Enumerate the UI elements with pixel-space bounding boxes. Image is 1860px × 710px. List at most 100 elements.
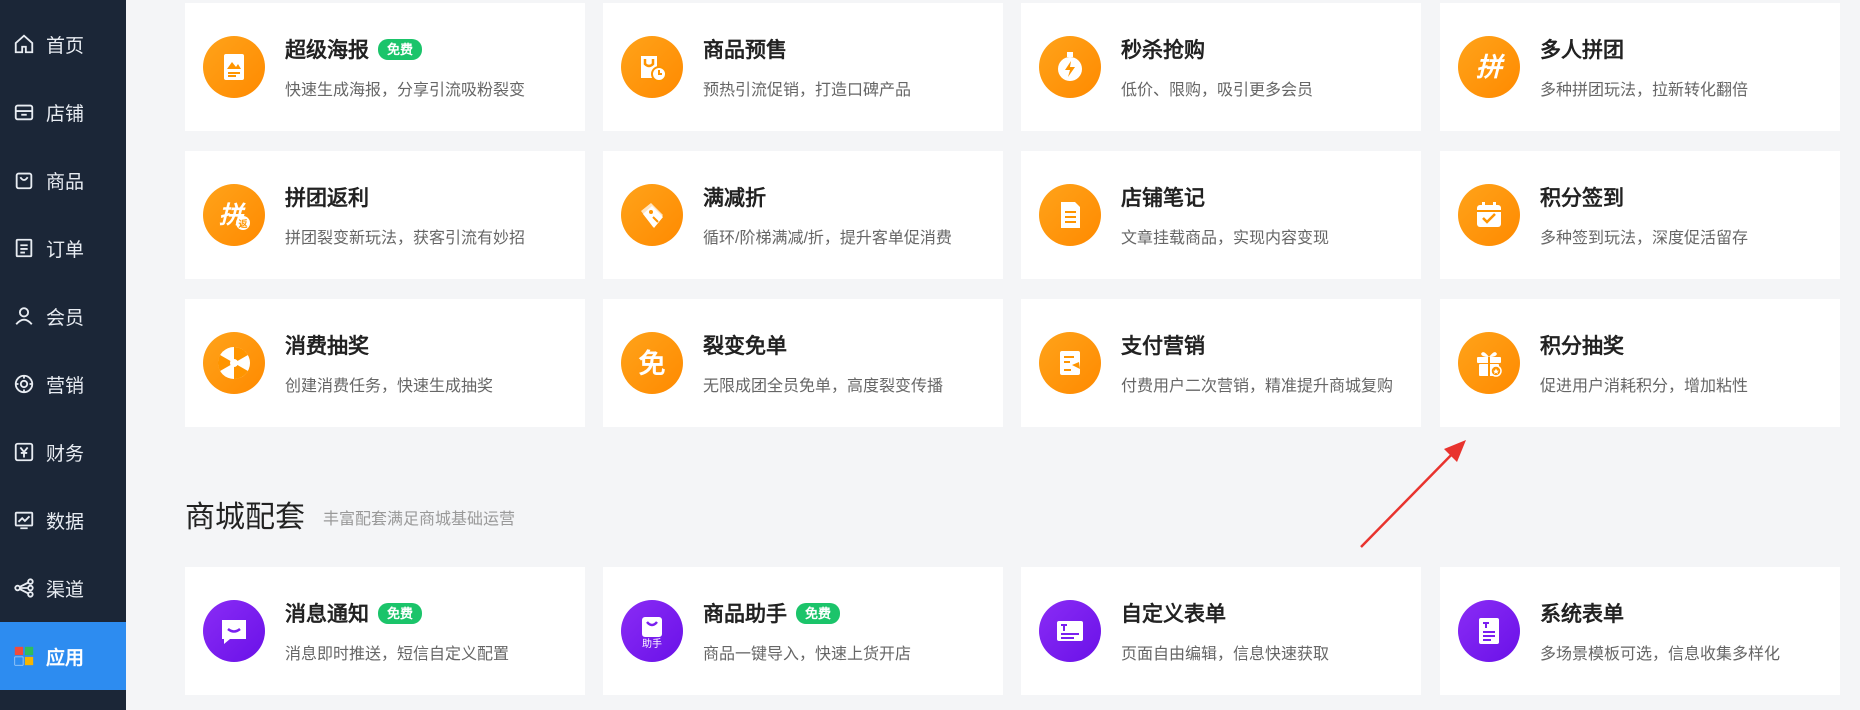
card-desc: 多种签到玩法，深度促活留存 <box>1540 230 1749 247</box>
presale-icon <box>621 36 683 98</box>
card-title: 积分抽奖 <box>1540 335 1624 358</box>
sidebar-item-label: 数据 <box>46 511 85 533</box>
order-icon <box>12 236 36 260</box>
product-assistant-icon: 助手 <box>621 600 683 662</box>
app-card-group-rebate[interactable]: 拼返 拼团返利 拼团裂变新玩法，获客引流有妙招 <box>185 151 585 279</box>
card-title: 消费抽奖 <box>285 335 369 358</box>
message-icon <box>203 600 265 662</box>
sidebar-item-marketing[interactable]: 营销 <box>0 350 126 418</box>
free-badge: 免费 <box>378 38 423 60</box>
card-desc: 快速生成海报，分享引流吸粉裂变 <box>285 82 526 99</box>
sidebar-item-label: 店铺 <box>46 103 85 125</box>
sidebar-item-label: 订单 <box>46 239 85 261</box>
sidebar-item-label: 营销 <box>46 375 85 397</box>
sidebar-item-finance[interactable]: 财务 <box>0 418 126 486</box>
card-desc: 无限成团全员免单，高度裂变传播 <box>703 378 944 395</box>
app-card-consume-lottery[interactable]: 消费抽奖 创建消费任务，快速生成抽奖 <box>185 299 585 427</box>
app-card-payment-marketing[interactable]: 支付营销 付费用户二次营销，精准提升商城复购 <box>1021 299 1421 427</box>
sidebar-item-members[interactable]: 会员 <box>0 282 126 350</box>
card-title: 商品助手 <box>703 603 787 626</box>
card-title: 超级海报 <box>285 39 369 62</box>
card-desc: 多场景模板可选，信息收集多样化 <box>1540 646 1781 663</box>
app-card-custom-form[interactable]: 自定义表单 页面自由编辑，信息快速获取 <box>1021 567 1421 695</box>
sidebar-item-label: 会员 <box>46 307 85 329</box>
app-card-flash-sale[interactable]: 秒杀抢购 低价、限购，吸引更多会员 <box>1021 3 1421 131</box>
section-title: 商城配套 <box>185 501 305 534</box>
sidebar-item-apps[interactable]: 应用 <box>0 622 126 690</box>
app-card-points-lottery[interactable]: 积分抽奖 促进用户消耗积分，增加粘性 <box>1440 299 1840 427</box>
note-icon <box>1039 184 1101 246</box>
sidebar-item-data[interactable]: 数据 <box>0 486 126 554</box>
card-desc: 页面自由编辑，信息快速获取 <box>1121 646 1330 663</box>
sidebar-item-label: 商品 <box>46 171 85 193</box>
payment-marketing-icon <box>1039 332 1101 394</box>
sidebar-item-goods[interactable]: 商品 <box>0 146 126 214</box>
svg-text:拼: 拼 <box>1476 53 1506 83</box>
card-desc: 预热引流促销，打造口碑产品 <box>703 82 912 99</box>
card-title: 满减折 <box>703 187 766 210</box>
finance-icon <box>12 440 36 464</box>
card-desc: 低价、限购，吸引更多会员 <box>1121 82 1314 99</box>
bag-icon <box>12 168 36 192</box>
sidebar-item-channels[interactable]: 渠道 <box>0 554 126 622</box>
sidebar-item-label: 渠道 <box>46 579 85 601</box>
free-badge: 免费 <box>378 602 423 624</box>
card-title: 积分签到 <box>1540 187 1624 210</box>
svg-text:返: 返 <box>238 218 247 230</box>
card-desc: 多种拼团玩法，拉新转化翻倍 <box>1540 82 1749 99</box>
app-card-points-checkin[interactable]: 积分签到 多种签到玩法，深度促活留存 <box>1440 151 1840 279</box>
chart-icon <box>12 508 36 532</box>
group-buy-icon: 拼 <box>1458 36 1520 98</box>
card-desc: 促进用户消耗积分，增加粘性 <box>1540 378 1749 395</box>
checkin-calendar-icon <box>1458 184 1520 246</box>
marketing-icon <box>12 372 36 396</box>
card-desc: 付费用户二次营销，精准提升商城复购 <box>1121 378 1394 395</box>
card-desc: 消息即时推送，短信自定义配置 <box>285 646 510 663</box>
app-card-full-reduction[interactable]: 满减折 循环/阶梯满减/折，提升客单促消费 <box>603 151 1003 279</box>
app-card-presale[interactable]: 商品预售 预热引流促销，打造口碑产品 <box>603 3 1003 131</box>
card-desc: 拼团裂变新玩法，获客引流有妙招 <box>285 230 526 247</box>
custom-form-icon <box>1039 600 1101 662</box>
app-card-system-form[interactable]: 系统表单 多场景模板可选，信息收集多样化 <box>1440 567 1840 695</box>
app-card-free-order[interactable]: 免 裂变免单 无限成团全员免单，高度裂变传播 <box>603 299 1003 427</box>
app-card-message-notify[interactable]: 消息通知 免费 消息即时推送，短信自定义配置 <box>185 567 585 695</box>
card-desc: 文章挂载商品，实现内容变现 <box>1121 230 1330 247</box>
card-title: 秒杀抢购 <box>1121 39 1205 62</box>
sidebar: 首页 店铺 商品 订单 会员 营销 财务 数据 渠道 应用 <box>0 0 126 710</box>
card-title: 消息通知 <box>285 603 369 626</box>
card-title: 店铺笔记 <box>1121 187 1205 210</box>
card-title: 自定义表单 <box>1121 603 1226 626</box>
svg-text:免: 免 <box>639 349 666 380</box>
card-title: 多人拼团 <box>1540 39 1624 62</box>
flash-sale-icon <box>1039 36 1101 98</box>
store-icon <box>12 100 36 124</box>
card-title: 商品预售 <box>703 39 787 62</box>
channel-icon <box>12 576 36 600</box>
section-subtitle: 丰富配套满足商城基础运营 <box>323 511 516 528</box>
annotation-arrow <box>1360 440 1466 548</box>
card-title: 支付营销 <box>1121 335 1205 358</box>
app-card-group-buy[interactable]: 拼 多人拼团 多种拼团玩法，拉新转化翻倍 <box>1440 3 1840 131</box>
user-icon <box>12 304 36 328</box>
lottery-wheel-icon <box>203 332 265 394</box>
gift-box-icon <box>1458 332 1520 394</box>
app-card-super-poster[interactable]: 超级海报 免费 快速生成海报，分享引流吸粉裂变 <box>185 3 585 131</box>
sidebar-item-store[interactable]: 店铺 <box>0 78 126 146</box>
card-title: 拼团返利 <box>285 187 369 210</box>
card-title: 系统表单 <box>1540 603 1624 626</box>
card-desc: 商品一键导入，快速上货开店 <box>703 646 912 663</box>
app-card-store-notes[interactable]: 店铺笔记 文章挂载商品，实现内容变现 <box>1021 151 1421 279</box>
free-badge: 免费 <box>796 602 841 624</box>
sidebar-item-label: 财务 <box>46 443 85 465</box>
sidebar-item-label: 首页 <box>46 35 85 57</box>
svg-text:助手: 助手 <box>642 637 662 650</box>
sidebar-item-orders[interactable]: 订单 <box>0 214 126 282</box>
free-order-icon: 免 <box>621 332 683 394</box>
group-rebate-icon: 拼返 <box>203 184 265 246</box>
sidebar-item-home[interactable]: 首页 <box>0 10 126 78</box>
card-desc: 循环/阶梯满减/折，提升客单促消费 <box>703 230 952 247</box>
card-title: 裂变免单 <box>703 335 787 358</box>
home-icon <box>12 32 36 56</box>
card-desc: 创建消费任务，快速生成抽奖 <box>285 378 494 395</box>
app-card-product-assistant[interactable]: 助手 商品助手 免费 商品一键导入，快速上货开店 <box>603 567 1003 695</box>
